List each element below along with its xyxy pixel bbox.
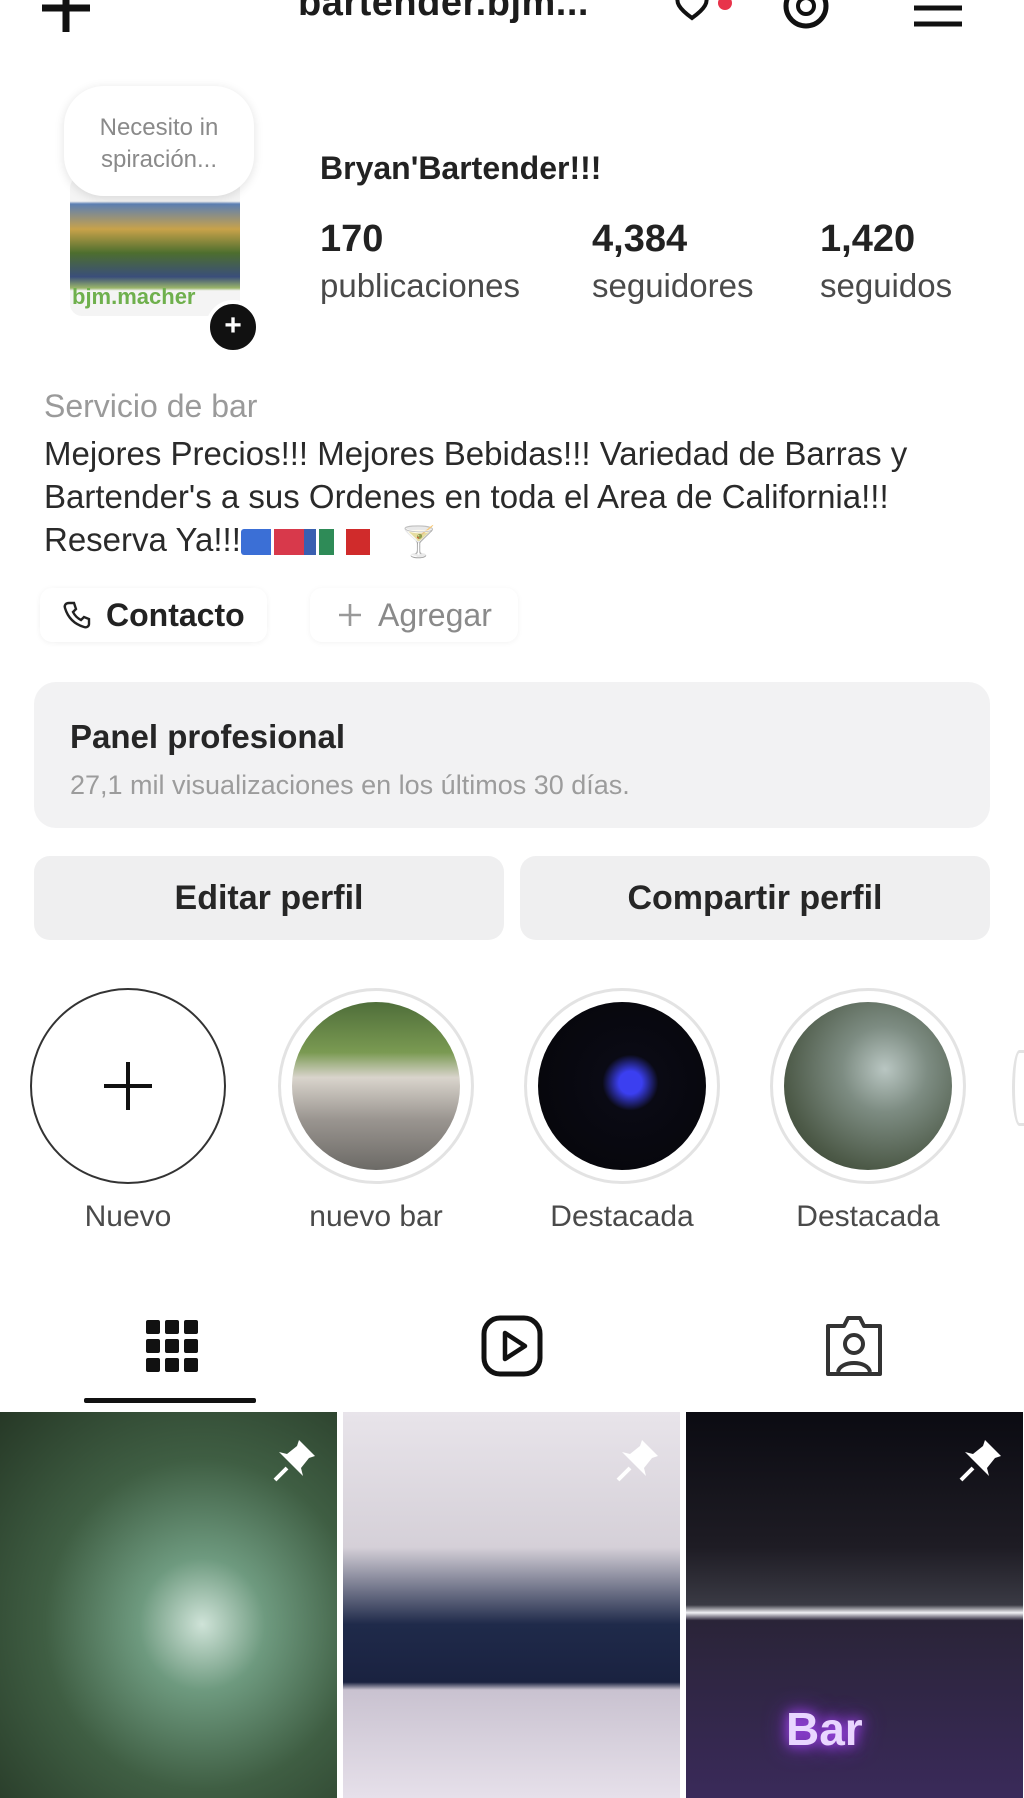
highlight-item[interactable]: Destacada <box>768 988 968 1234</box>
plus-icon <box>104 1062 152 1110</box>
add-button[interactable]: Agregar <box>310 588 518 642</box>
professional-dashboard-panel[interactable]: Panel profesional 27,1 mil visualizacion… <box>34 682 990 828</box>
username-title[interactable]: bartender.bjm... <box>298 0 589 25</box>
note-bubble[interactable]: Necesito in spiración... <box>64 86 254 196</box>
highlight-ring <box>524 988 720 1184</box>
add-story-plus-icon[interactable]: + <box>206 300 260 354</box>
highlight-ring <box>770 988 966 1184</box>
highlight-item[interactable]: Destacada <box>522 988 722 1234</box>
top-bar: bartender.bjm... <box>0 0 1024 50</box>
highlight-ring <box>278 988 474 1184</box>
highlight-thumbnail <box>538 1002 706 1170</box>
pinned-icon <box>273 1440 315 1482</box>
share-profile-button[interactable]: Compartir perfil <box>520 856 990 940</box>
profile-category: Servicio de bar <box>44 388 258 424</box>
contact-button[interactable]: Contacto <box>40 588 267 642</box>
cocktail-emoji-icon: 🍸 <box>400 525 438 559</box>
contact-label: Contacto <box>106 596 245 633</box>
highlight-item[interactable]: nuevo bar <box>276 988 476 1234</box>
grid-post[interactable] <box>343 1412 680 1798</box>
grid-tab-icon[interactable] <box>132 1306 212 1386</box>
stat-followers-value: 4,384 <box>592 218 688 260</box>
highlight-label: Nuevo <box>84 1200 172 1233</box>
highlight-label: nuevo bar <box>309 1200 443 1233</box>
highlight-label: Destacada <box>550 1200 694 1233</box>
activity-heart-icon[interactable] <box>672 0 712 24</box>
pro-panel-subtitle: 27,1 mil visualizaciones en los últimos … <box>70 770 630 800</box>
avatar-caption: bjm.macher <box>72 284 196 309</box>
stat-following[interactable]: 1,420 seguidos <box>820 218 952 305</box>
highlight-overflow-edge <box>1012 1050 1024 1126</box>
profile-name: Bryan'Bartender!!! <box>320 150 602 186</box>
bio-text: Mejores Precios!!! Mejores Bebidas!!! Va… <box>44 435 908 558</box>
threads-icon[interactable] <box>780 0 832 32</box>
stat-followers-label: seguidores <box>592 267 754 304</box>
highlight-new[interactable]: Nuevo <box>28 988 228 1234</box>
grid-post[interactable] <box>0 1412 337 1798</box>
note-text: Necesito in spiración... <box>99 114 219 173</box>
flags-emoji-icon <box>240 529 391 556</box>
highlight-thumbnail <box>292 1002 460 1170</box>
pro-panel-title: Panel profesional <box>70 718 346 755</box>
edit-profile-button[interactable]: Editar perfil <box>34 856 504 940</box>
stat-followers[interactable]: 4,384 seguidores <box>592 218 753 305</box>
profile-bio: Mejores Precios!!! Mejores Bebidas!!! Va… <box>44 432 994 564</box>
active-tab-indicator <box>84 1398 256 1403</box>
new-highlight-ring <box>30 988 226 1184</box>
create-plus-icon[interactable] <box>36 0 96 38</box>
highlight-label: Destacada <box>796 1200 940 1233</box>
stat-posts[interactable]: 170 publicaciones <box>320 218 520 305</box>
tagged-tab-icon[interactable] <box>814 1306 894 1386</box>
neon-bar-sign: Bar <box>786 1703 863 1755</box>
grid-post[interactable]: Bar <box>686 1412 1023 1798</box>
reels-tab-icon[interactable] <box>472 1306 552 1386</box>
stat-following-label: seguidos <box>820 267 953 304</box>
stat-posts-label: publicaciones <box>320 267 520 304</box>
pinned-icon <box>616 1440 658 1482</box>
menu-hamburger-icon[interactable] <box>910 0 966 28</box>
phone-icon <box>63 601 91 629</box>
plus-icon <box>339 604 361 626</box>
pinned-icon <box>959 1440 1001 1482</box>
add-label: Agregar <box>378 596 492 633</box>
highlight-thumbnail <box>784 1002 952 1170</box>
stat-following-value: 1,420 <box>820 218 916 260</box>
stat-posts-value: 170 <box>320 218 384 260</box>
notification-dot <box>718 0 732 10</box>
